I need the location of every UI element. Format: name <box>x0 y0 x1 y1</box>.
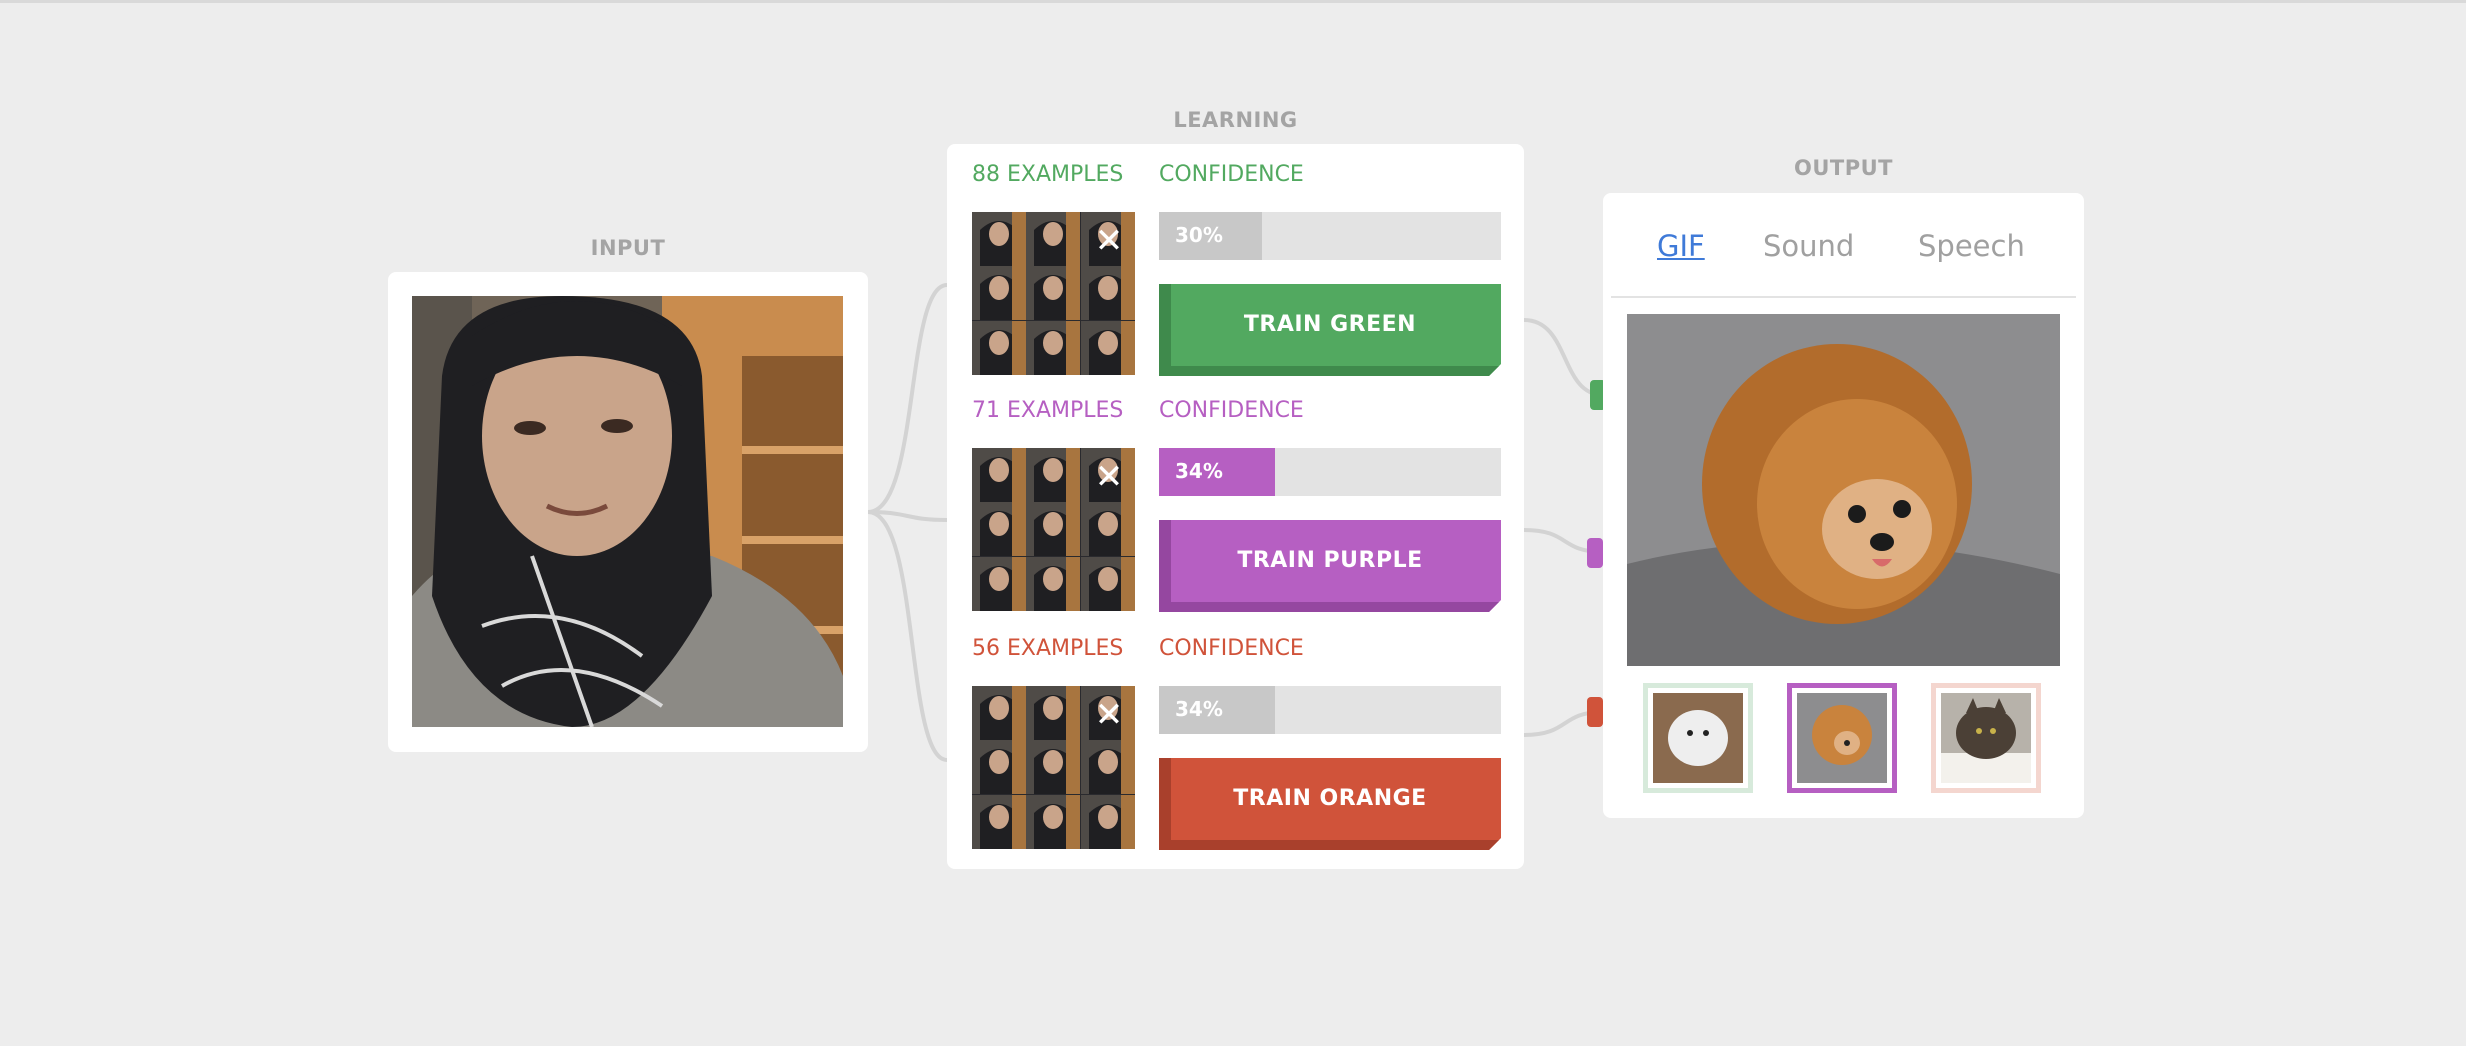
input-title: INPUT <box>590 236 666 260</box>
example-thumbnail <box>972 448 1026 502</box>
confidence-value: 34% <box>1175 697 1223 721</box>
confidence-meter: 34% <box>1159 448 1501 496</box>
gif-choice-cat[interactable] <box>1931 683 2041 793</box>
button-side <box>1159 520 1171 612</box>
button-side <box>1159 758 1171 850</box>
examples-count: 71 EXAMPLES <box>972 398 1124 423</box>
tab-speech[interactable]: Speech <box>1918 229 2025 263</box>
train-button-label: TRAIN ORANGE <box>1233 786 1427 811</box>
confidence-label: CONFIDENCE <box>1159 398 1304 423</box>
example-thumbnail <box>972 686 1026 740</box>
confidence-label: CONFIDENCE <box>1159 162 1304 187</box>
example-thumbnail <box>1080 740 1135 795</box>
confidence-value: 30% <box>1175 223 1223 247</box>
example-thumbnail <box>972 794 1026 849</box>
class-green: 88 EXAMPLES ✕ CONFIDENCE 30% TRAIN GREEN <box>972 148 1502 368</box>
example-thumbnail <box>1080 502 1135 557</box>
examples-count: 56 EXAMPLES <box>972 636 1124 661</box>
examples-count: 88 EXAMPLES <box>972 162 1124 187</box>
example-thumbnail <box>972 556 1026 611</box>
train-button-label: TRAIN GREEN <box>1243 312 1417 337</box>
button-shadow <box>1171 366 1501 376</box>
class-purple: 71 EXAMPLES ✕ CONFIDENCE 34% TRAIN PURPLE <box>972 384 1502 604</box>
gif-preview <box>1627 314 2060 666</box>
train-orange-button[interactable]: TRAIN ORANGE <box>1159 758 1501 850</box>
button-shadow <box>1171 602 1501 612</box>
webcam-feed <box>412 296 843 727</box>
input-panel <box>388 272 868 752</box>
close-icon[interactable]: ✕ <box>1092 224 1126 258</box>
train-button-label: TRAIN PURPLE <box>1237 548 1423 573</box>
confidence-meter: 34% <box>1159 686 1501 734</box>
example-thumbnail <box>972 212 1026 266</box>
example-thumbnail <box>972 266 1026 321</box>
tab-gif[interactable]: GIF <box>1657 229 1705 263</box>
close-icon[interactable]: ✕ <box>1092 460 1126 494</box>
button-shadow <box>1171 840 1501 850</box>
example-thumbnail <box>1080 556 1135 611</box>
example-thumbnail <box>1026 556 1081 611</box>
close-icon[interactable]: ✕ <box>1092 698 1126 732</box>
learning-panel: 88 EXAMPLES ✕ CONFIDENCE 30% TRAIN GREEN 71 E… <box>947 144 1524 869</box>
train-green-button[interactable]: TRAIN GREEN <box>1159 284 1501 376</box>
class-orange: 56 EXAMPLES ✕ CONFIDENCE 34% TRAIN ORANGE <box>972 622 1502 842</box>
example-thumbnail <box>1026 320 1081 375</box>
tab-sound[interactable]: Sound <box>1763 229 1854 263</box>
gif-choice-white-puppy[interactable] <box>1643 683 1753 793</box>
example-thumbnail <box>1080 266 1135 321</box>
example-thumbnail <box>972 740 1026 795</box>
gif-choice-pomeranian[interactable] <box>1787 683 1897 793</box>
example-thumbnail <box>1026 794 1081 849</box>
learning-title: LEARNING <box>1173 108 1298 132</box>
example-thumbnail <box>972 502 1026 557</box>
example-thumbnail <box>1026 686 1081 740</box>
train-purple-button[interactable]: TRAIN PURPLE <box>1159 520 1501 612</box>
example-thumbnail <box>1026 266 1081 321</box>
example-thumbnail <box>972 320 1026 375</box>
example-thumbnail <box>1026 212 1081 266</box>
output-title: OUTPUT <box>1794 156 1893 180</box>
connector-purple <box>1587 538 1603 568</box>
confidence-value: 34% <box>1175 459 1223 483</box>
button-side <box>1159 284 1171 376</box>
example-thumbnail <box>1026 448 1081 502</box>
tabs-divider <box>1611 296 2076 298</box>
confidence-meter: 30% <box>1159 212 1501 260</box>
connector-orange <box>1587 697 1603 727</box>
example-thumbnail <box>1026 740 1081 795</box>
output-panel: GIF Sound Speech <box>1603 193 2084 818</box>
confidence-label: CONFIDENCE <box>1159 636 1304 661</box>
example-thumbnail <box>1080 794 1135 849</box>
example-thumbnail <box>1026 502 1081 557</box>
example-thumbnail <box>1080 320 1135 375</box>
